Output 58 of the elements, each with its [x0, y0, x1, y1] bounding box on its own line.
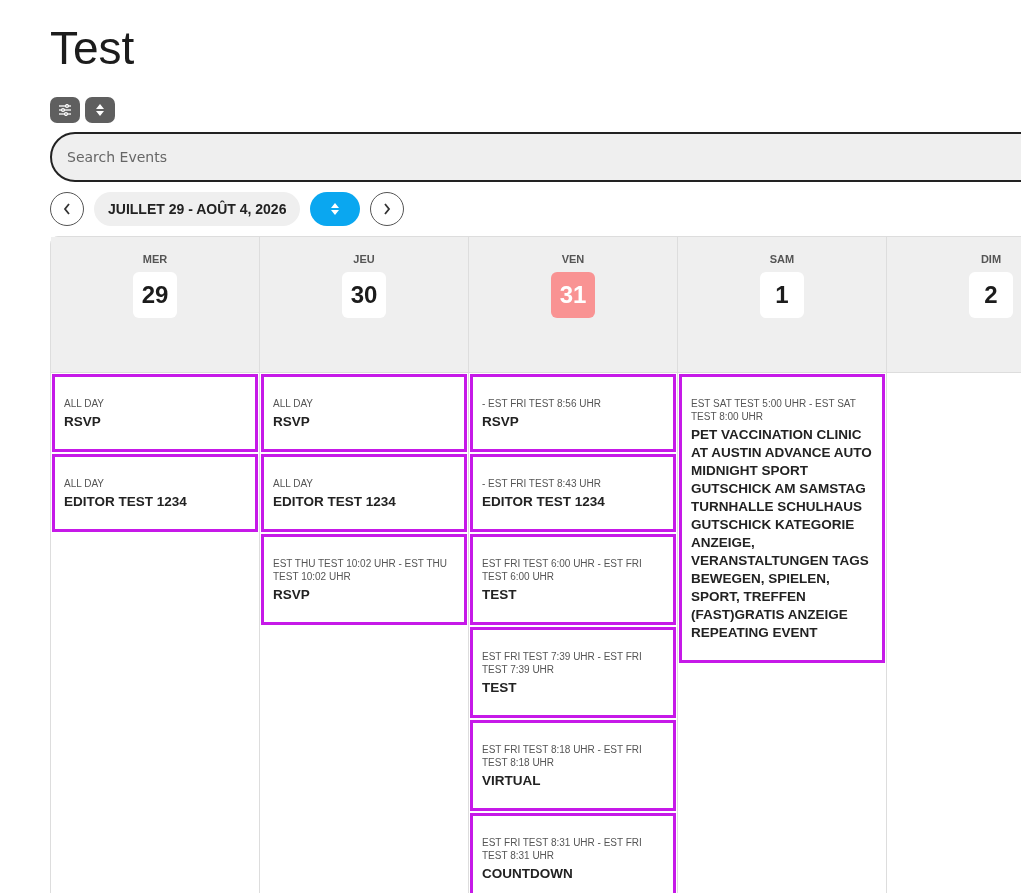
filter-settings-button[interactable] [50, 97, 80, 123]
event-time: EST FRI TEST 8:31 UHR - EST FRI TEST 8:31 UHR [482, 836, 643, 862]
event-card[interactable]: EST FRI TEST 6:00 UHR - EST FRI TEST 6:00 UHR TEST [470, 534, 676, 625]
event-title: TEST [482, 586, 518, 604]
event-title: TEST [482, 679, 518, 697]
event-title: PET VACCINATION CLINIC AT AUSTIN ADVANCE AUTO MIDNIGHT SPORT GUTSCHICK AM SAMSTAG TURNHALLE SCHULHAUS GUTSCHICK KATEGORIE ANZEIGE, VERANSTALTUNGEN TAGS BEWEGEN, SPIELEN, SPORT, TREFFEN (FAST)GRATIS ANZEIGE REPEATING EVENT [691, 426, 873, 642]
event-card[interactable]: EST FRI TEST 8:31 UHR - EST FRI TEST 8:31 UHR COUNTDOWN [470, 813, 676, 893]
event-card[interactable] [679, 374, 885, 663]
weekday-label: DIM [980, 253, 1002, 265]
event-time: EST FRI TEST 8:18 UHR - EST FRI TEST 8:18 UHR [482, 743, 643, 769]
sliders-icon [58, 104, 72, 116]
event-card[interactable]: EST FRI TEST 8:18 UHR - EST FRI TEST 8:18 UHR VIRTUAL [470, 720, 676, 811]
event-time: - EST FRI TEST 8:56 UHR [482, 397, 602, 410]
event-time: EST FRI TEST 7:39 UHR - EST FRI TEST 7:39 UHR [482, 650, 643, 676]
event-title: VIRTUAL [482, 772, 542, 790]
event-card[interactable]: ALL DAY EDITOR TEST 1234 [52, 454, 258, 532]
chevron-right-icon [383, 203, 392, 215]
up-down-caret-icon [96, 104, 104, 116]
weekday-label: SAM [769, 253, 795, 265]
event-title: EDITOR TEST 1234 [273, 493, 397, 511]
event-time: ALL DAY [273, 477, 315, 490]
event-title: RSVP [64, 413, 102, 431]
weekday-label: VEN [561, 253, 585, 265]
weekday-label: MER [142, 253, 168, 265]
page-title: Test [50, 21, 135, 74]
date-number[interactable]: 30 [342, 272, 386, 318]
event-time: - EST FRI TEST 8:43 UHR [482, 477, 602, 490]
up-down-caret-icon [331, 203, 340, 215]
weekday-label: JEU [353, 253, 375, 265]
event-time: EST FRI TEST 6:00 UHR - EST FRI TEST 6:00 UHR [482, 557, 643, 583]
event-time: EST SAT TEST 5:00 UHR - EST SAT TEST 8:00 UHR [691, 397, 857, 423]
event-time: ALL DAY [64, 477, 106, 490]
date-number[interactable]: 1 [760, 272, 804, 318]
event-title: RSVP [273, 586, 311, 604]
event-card[interactable]: ALL DAY EDITOR TEST 1234 [261, 454, 467, 532]
next-week-button[interactable] [370, 192, 405, 226]
event-time: EST THU TEST 10:02 UHR - EST THU TEST 10:02 UHR [273, 557, 448, 583]
event-title: RSVP [482, 413, 520, 431]
event-title: EDITOR TEST 1234 [482, 493, 606, 511]
chevron-left-icon [63, 203, 71, 215]
search-field[interactable]: Search Events [50, 132, 1021, 182]
sort-toggle-button[interactable] [85, 97, 115, 123]
event-title: RSVP [273, 413, 311, 431]
event-card[interactable]: - EST FRI TEST 8:43 UHR EDITOR TEST 1234 [470, 454, 676, 532]
event-time: ALL DAY [273, 397, 315, 410]
date-range-label[interactable]: JUILLET 29 - AOÛT 4, 2026 [94, 192, 301, 226]
event-card[interactable]: ALL DAY RSVP [261, 374, 467, 452]
event-title: EDITOR TEST 1234 [64, 493, 188, 511]
event-card[interactable]: ALL DAY RSVP [52, 374, 258, 452]
event-card[interactable]: EST FRI TEST 7:39 UHR - EST FRI TEST 7:39 UHR TEST [470, 627, 676, 718]
date-number[interactable]: 2 [969, 272, 1013, 318]
event-card[interactable]: EST THU TEST 10:02 UHR - EST THU TEST 10:02 UHR RSVP [261, 534, 467, 625]
date-number[interactable]: 29 [133, 272, 177, 318]
previous-week-button[interactable] [50, 192, 84, 226]
event-title: COUNTDOWN [482, 865, 574, 883]
event-time: ALL DAY [64, 397, 106, 410]
event-card[interactable]: - EST FRI TEST 8:56 UHR RSVP [470, 374, 676, 452]
view-toggle-button[interactable] [310, 192, 361, 226]
